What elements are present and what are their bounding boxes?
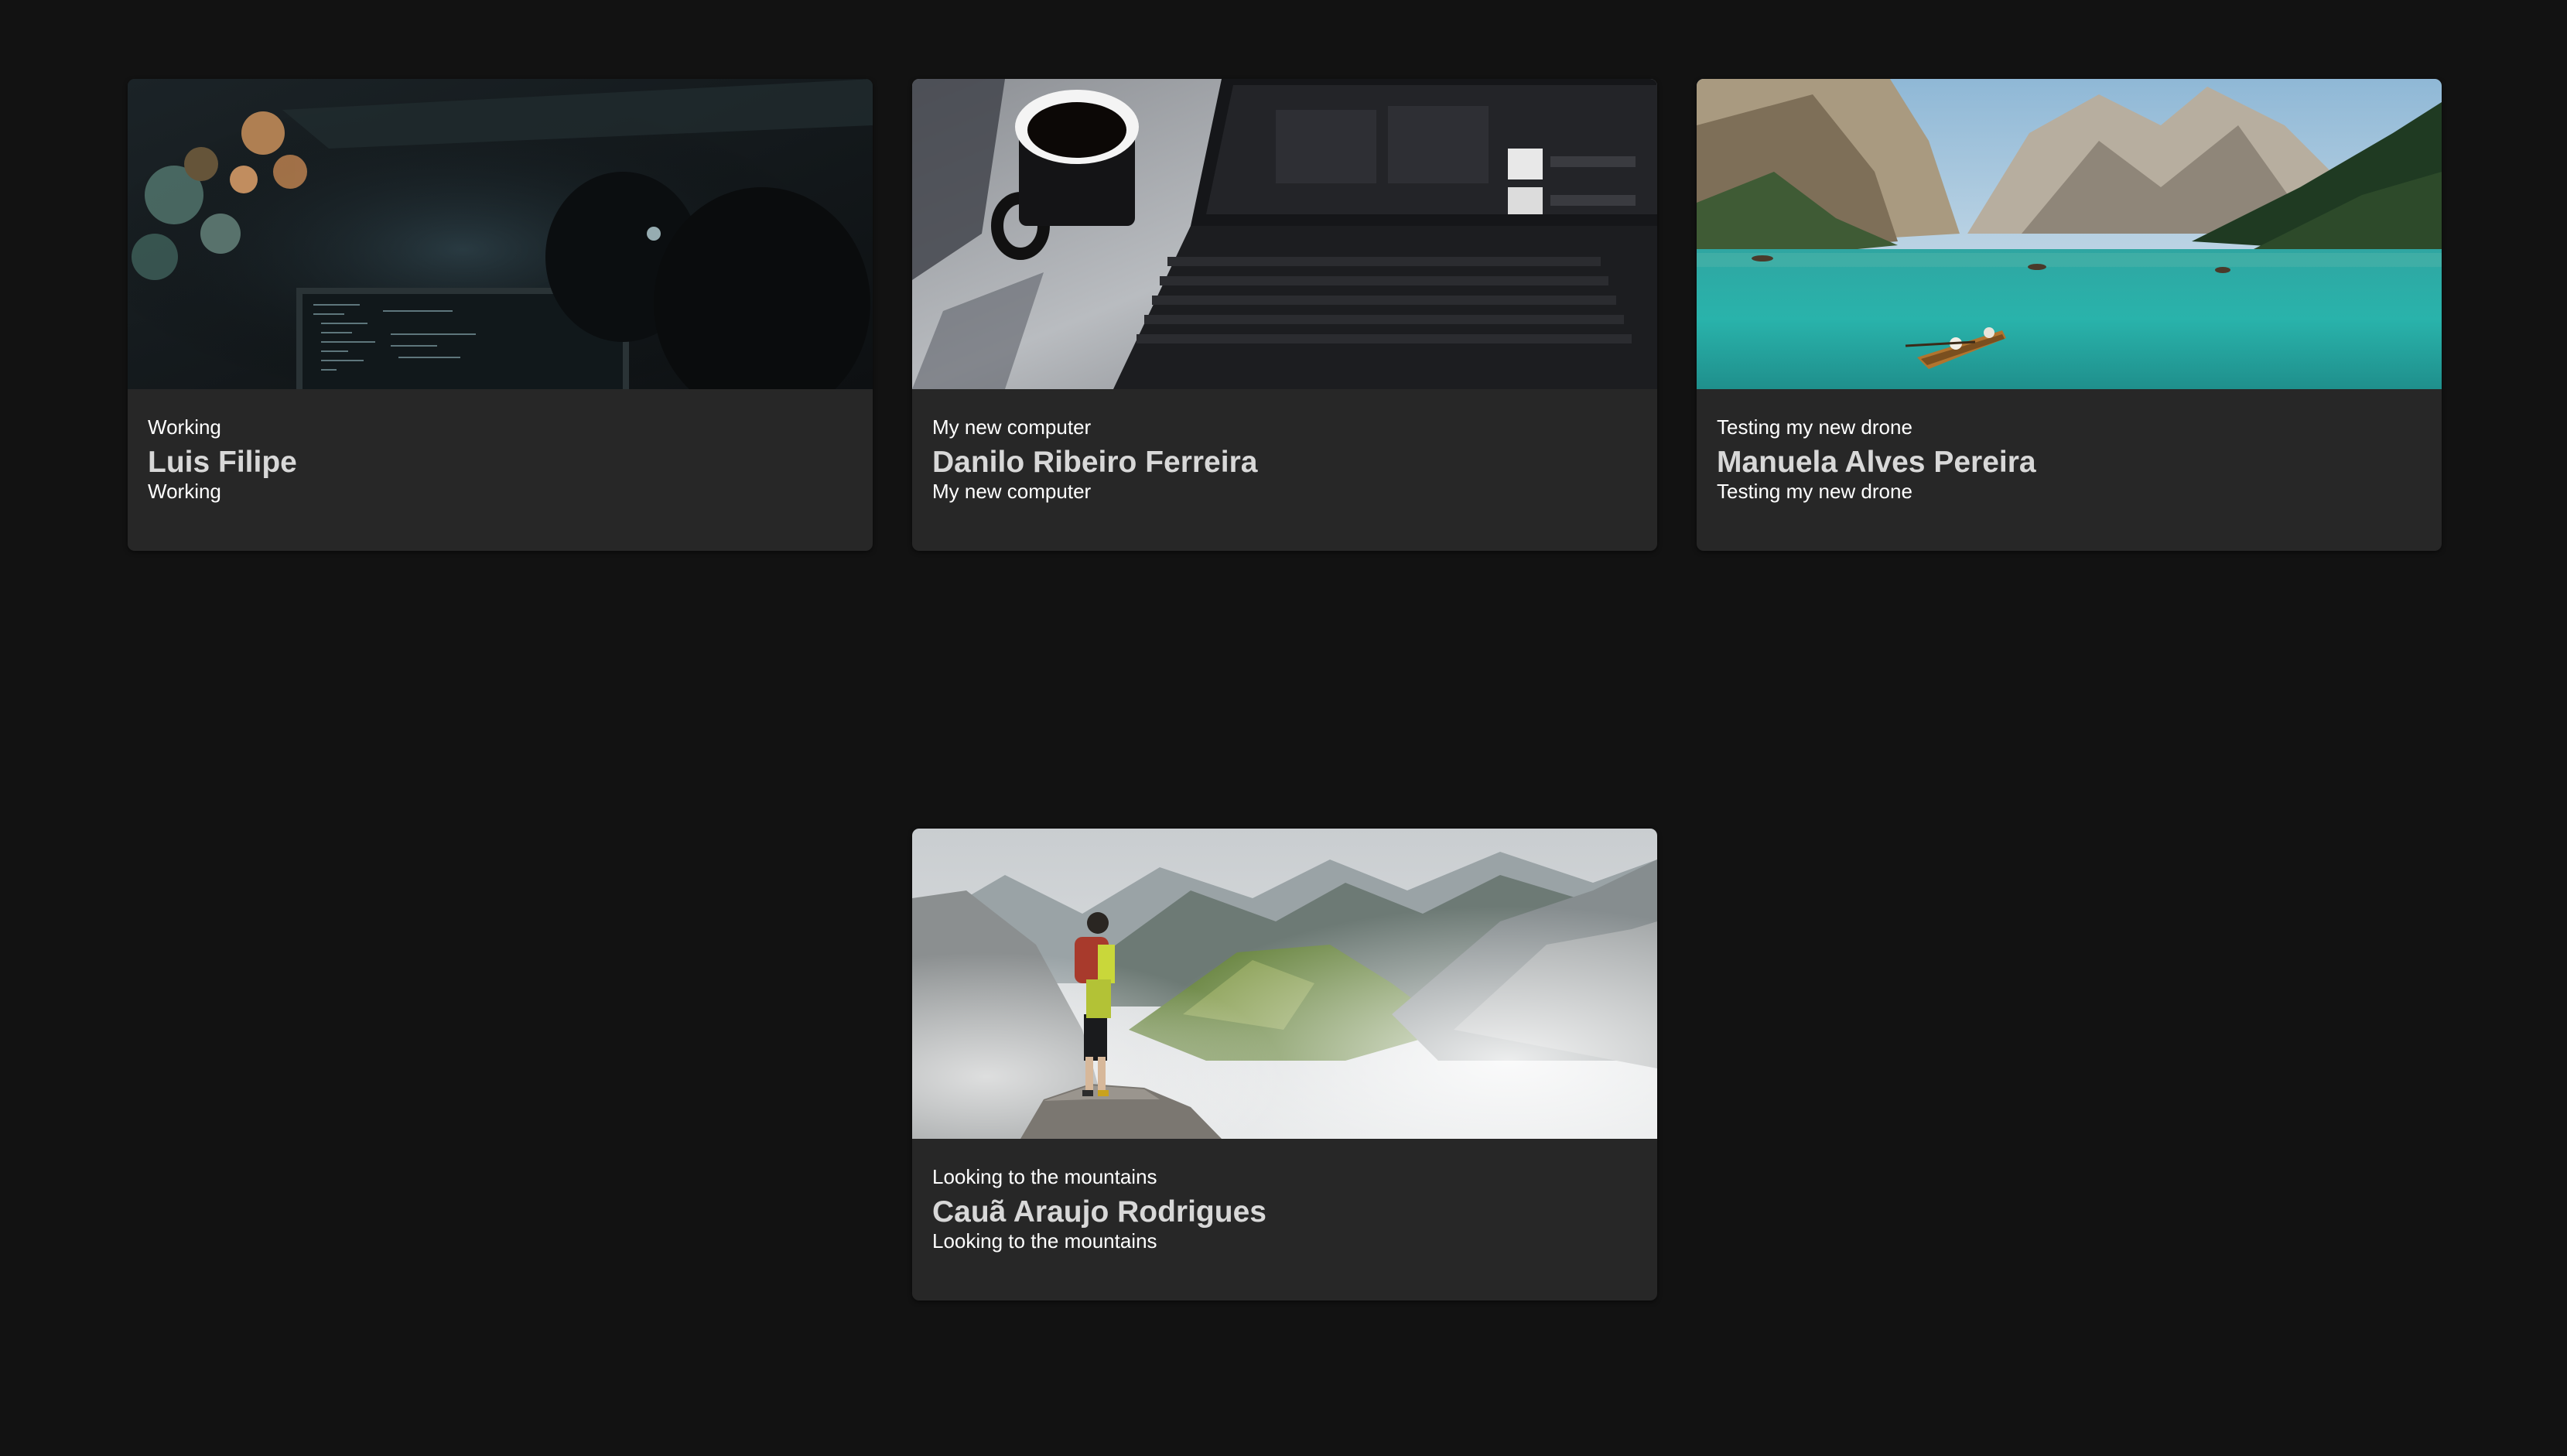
post-card[interactable]: Testing my new drone Manuela Alves Perei… — [1697, 79, 2442, 551]
post-card-content: Looking to the mountains Cauã Araujo Rod… — [932, 1139, 1637, 1253]
post-overline: Testing my new drone — [1717, 415, 1912, 439]
post-caption: Working — [148, 480, 221, 503]
post-image-laptop — [912, 79, 1657, 389]
post-card-content: Testing my new drone Manuela Alves Perei… — [1717, 389, 2422, 504]
post-image-mountains — [912, 829, 1657, 1139]
post-image-lake — [1697, 79, 2442, 389]
post-overline: Working — [148, 415, 221, 439]
post-author: Cauã Araujo Rodrigues — [932, 1195, 1266, 1229]
post-card-content: Working Luis Filipe Working — [148, 389, 853, 504]
post-card[interactable]: Working Luis Filipe Working — [128, 79, 873, 551]
post-grid: Working Luis Filipe Working My new compu… — [0, 0, 2567, 1456]
post-overline: Looking to the mountains — [932, 1165, 1157, 1188]
post-image-office — [128, 79, 873, 389]
post-overline: My new computer — [932, 415, 1092, 439]
post-card[interactable]: Looking to the mountains Cauã Araujo Rod… — [912, 829, 1657, 1300]
post-caption: Looking to the mountains — [932, 1229, 1157, 1253]
post-author: Luis Filipe — [148, 446, 297, 479]
post-author: Danilo Ribeiro Ferreira — [932, 446, 1258, 479]
post-caption: My new computer — [932, 480, 1092, 503]
post-caption: Testing my new drone — [1717, 480, 1912, 503]
post-card[interactable]: My new computer Danilo Ribeiro Ferreira … — [912, 79, 1657, 551]
post-author: Manuela Alves Pereira — [1717, 446, 2036, 479]
post-card-content: My new computer Danilo Ribeiro Ferreira … — [932, 389, 1637, 504]
